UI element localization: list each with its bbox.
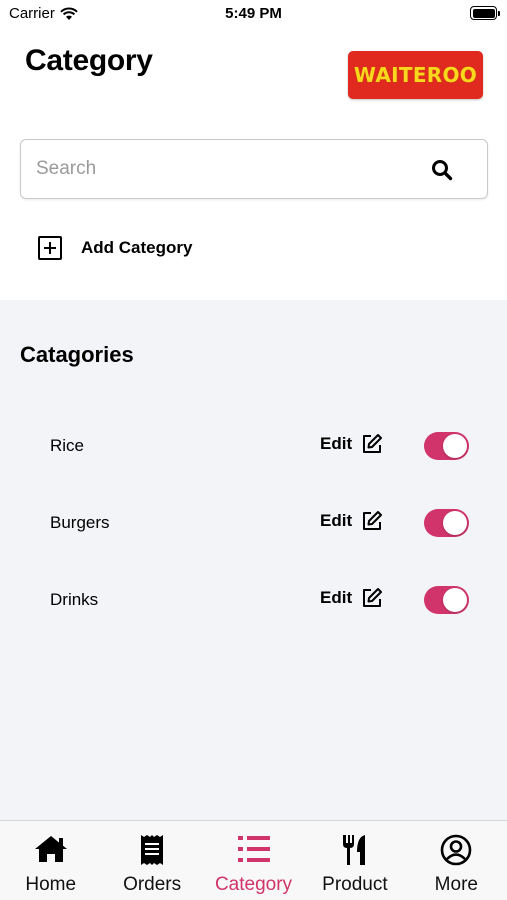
edit-button[interactable]: Edit <box>320 587 383 609</box>
brand-logo: WAITEROO <box>348 51 483 99</box>
list-icon <box>237 836 270 862</box>
user-circle-icon <box>441 834 472 866</box>
battery-icon <box>470 6 500 20</box>
tab-label: Category <box>214 874 293 895</box>
search-input[interactable] <box>36 157 416 181</box>
category-name: Rice <box>50 436 85 455</box>
tab-label: Product <box>322 874 388 895</box>
edit-label: Edit <box>320 511 353 530</box>
receipt-icon <box>141 835 164 865</box>
utensils-icon <box>342 835 365 865</box>
edit-label: Edit <box>320 434 353 453</box>
add-category-label: Add Category <box>81 238 193 257</box>
search-icon[interactable] <box>431 159 453 181</box>
edit-icon <box>363 588 383 607</box>
category-toggle[interactable] <box>424 586 469 614</box>
tab-label: More <box>434 874 478 895</box>
category-name: Burgers <box>50 513 110 532</box>
tab-product[interactable]: Product <box>304 821 405 900</box>
categories-section: Catagories Rice Edit Burgers Edit Drinks… <box>0 300 507 820</box>
edit-button[interactable]: Edit <box>320 510 383 532</box>
list-item: Drinks Edit <box>0 581 507 621</box>
list-item: Rice Edit <box>0 427 507 467</box>
tab-home[interactable]: Home <box>0 821 101 900</box>
add-category-button[interactable]: Add Category <box>38 236 192 260</box>
tab-label: Orders <box>123 874 182 895</box>
page-title: Category <box>25 44 153 77</box>
tab-more[interactable]: More <box>406 821 507 900</box>
list-item: Burgers Edit <box>0 504 507 544</box>
brand-logo-text: WAITEROO <box>353 63 478 87</box>
tab-label: Home <box>25 874 77 895</box>
search-bar[interactable] <box>20 139 488 199</box>
edit-icon <box>363 434 383 453</box>
edit-label: Edit <box>320 588 353 607</box>
category-toggle[interactable] <box>424 509 469 537</box>
tab-bar: Home Orders Category Product More <box>0 820 507 900</box>
tab-category[interactable]: Category <box>203 821 304 900</box>
tab-orders[interactable]: Orders <box>101 821 202 900</box>
plus-square-icon <box>38 236 62 260</box>
status-time: 5:49 PM <box>225 5 282 22</box>
home-icon <box>34 836 67 862</box>
edit-icon <box>363 511 383 530</box>
status-bar: Carrier 5:49 PM <box>0 0 507 28</box>
section-title: Catagories <box>20 342 134 367</box>
category-name: Drinks <box>50 590 99 609</box>
category-toggle[interactable] <box>424 432 469 460</box>
edit-button[interactable]: Edit <box>320 433 383 455</box>
